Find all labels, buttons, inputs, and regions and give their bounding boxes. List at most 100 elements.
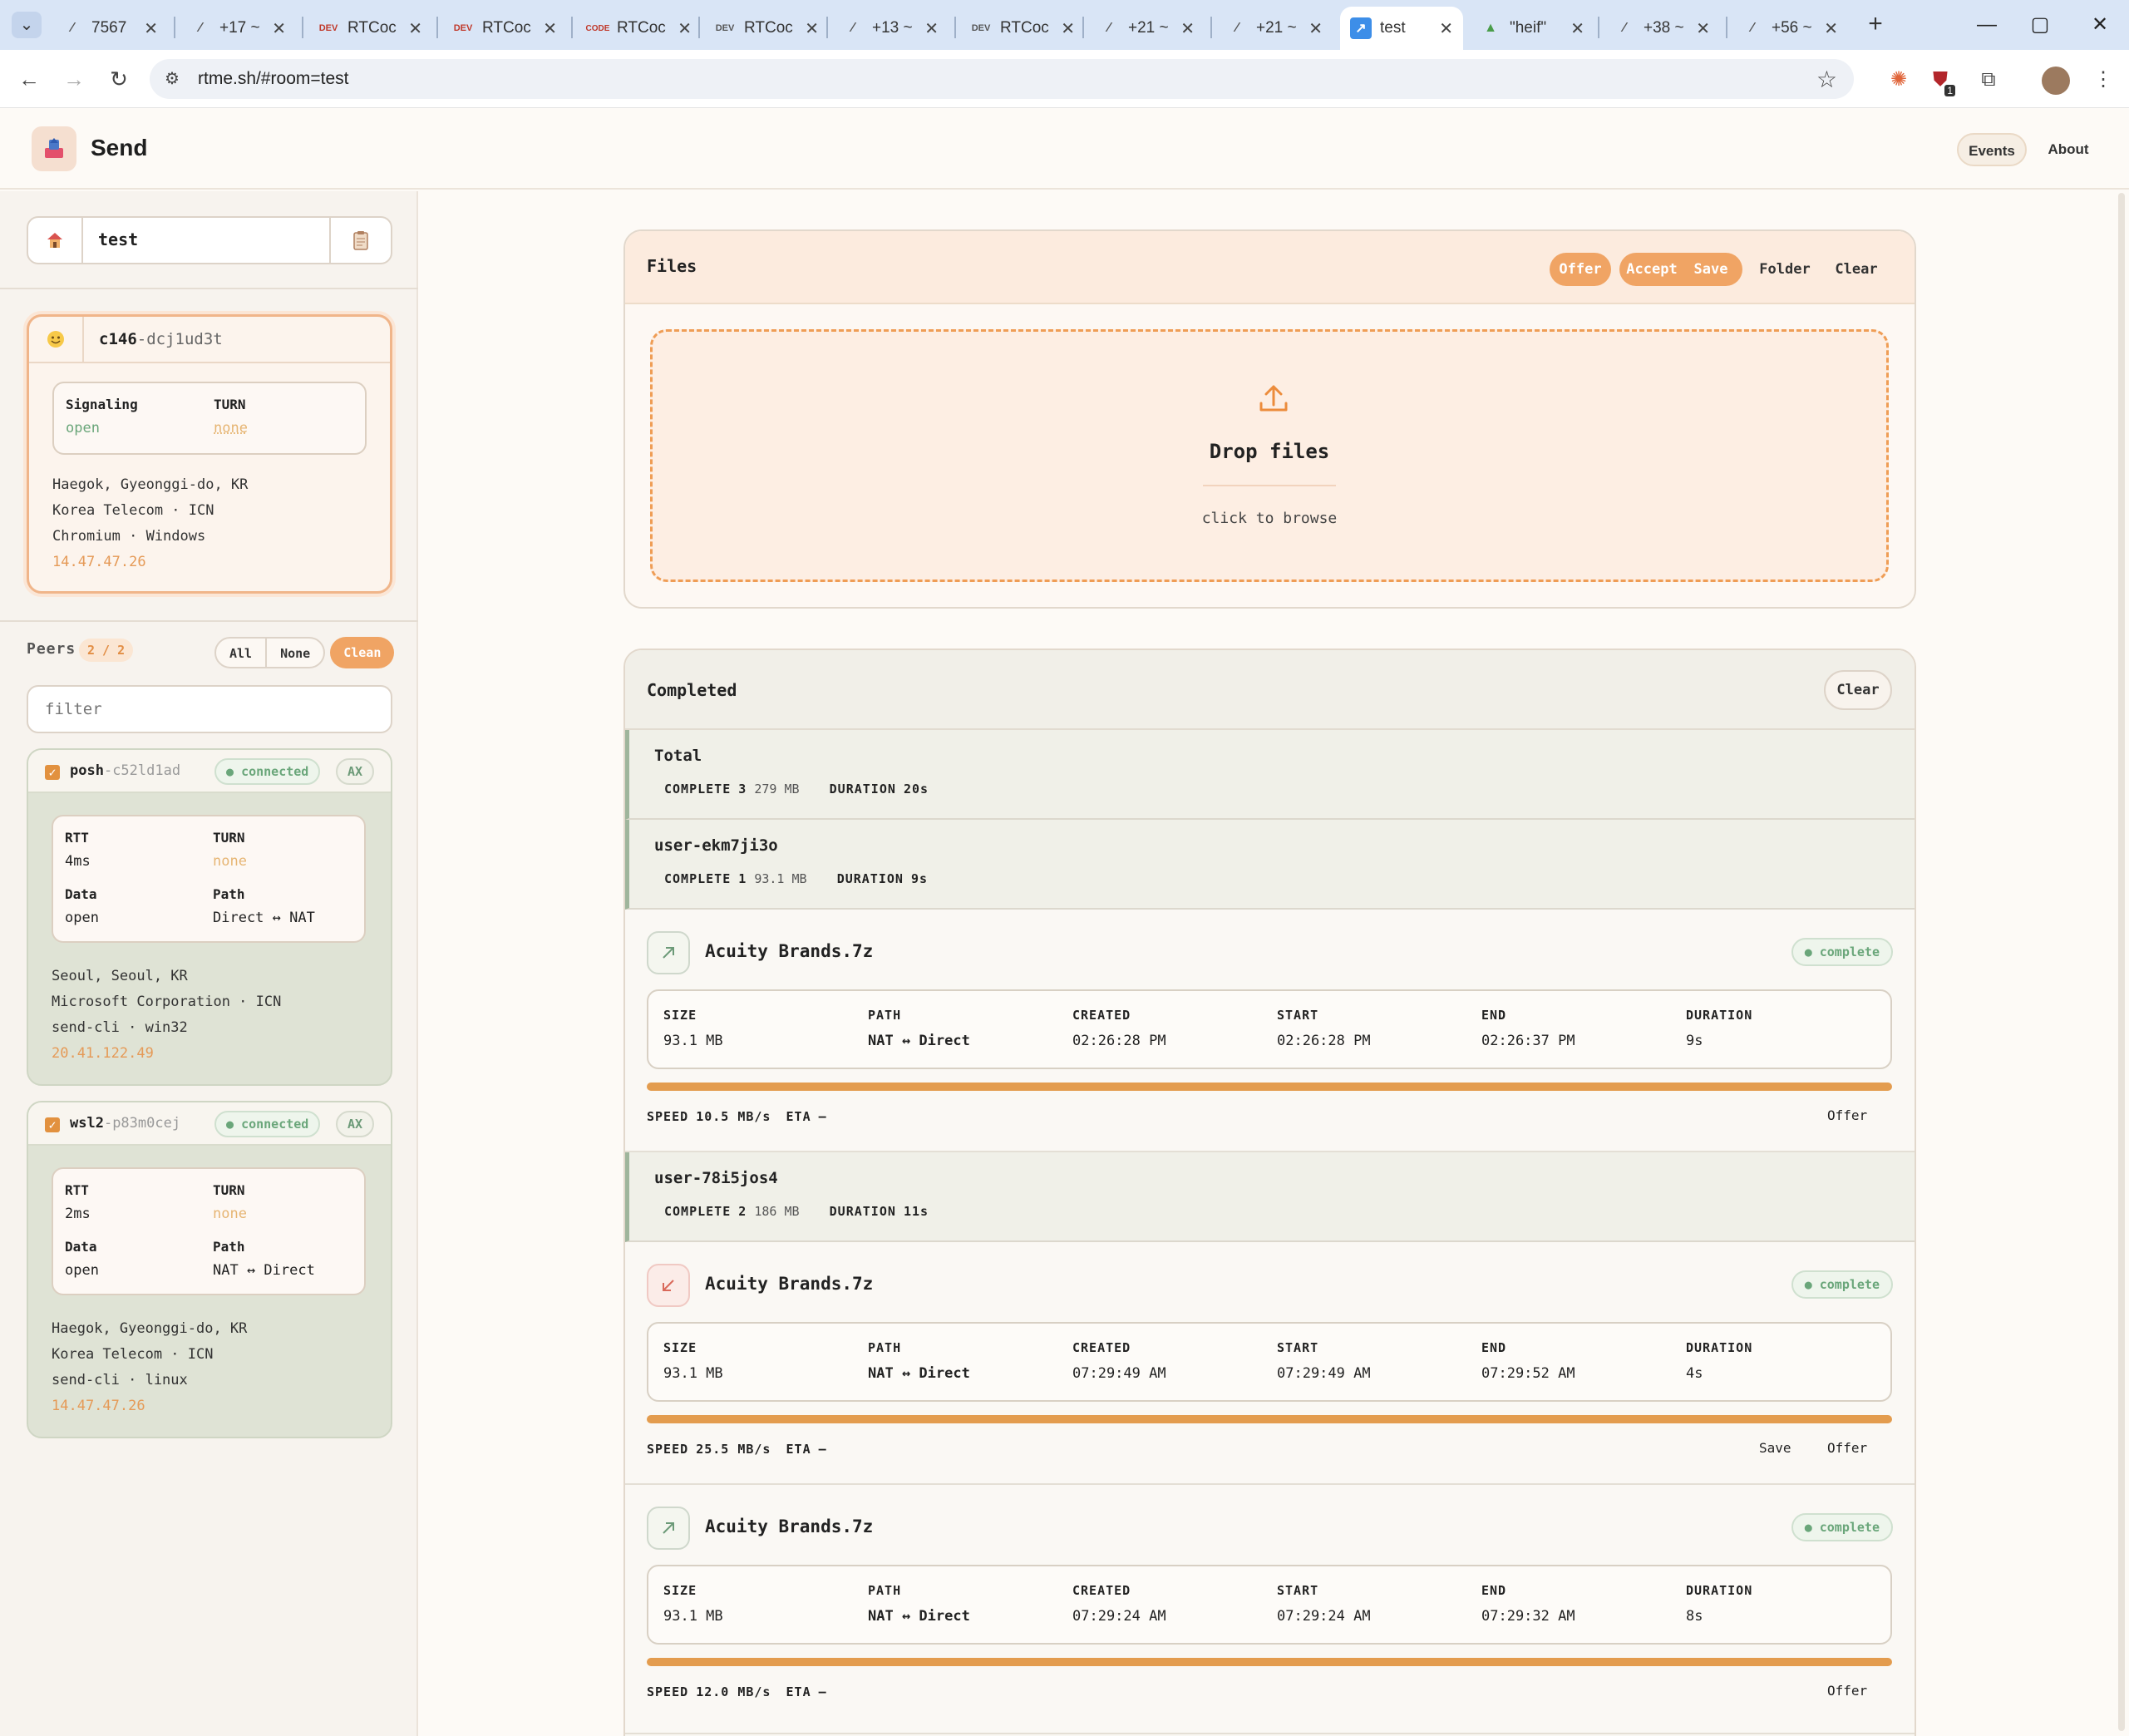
clear-completed-button[interactable]: Clear: [1824, 670, 1892, 710]
close-icon[interactable]: ✕: [1570, 18, 1584, 39]
path-label: Path: [213, 886, 245, 902]
select-none-button[interactable]: None: [267, 637, 326, 668]
accept-button[interactable]: Accept: [1623, 253, 1681, 286]
drop-zone[interactable]: Drop files click to browse: [650, 329, 1889, 582]
browser-tab[interactable]: ⁄ 7567 ✕: [52, 7, 168, 50]
path-value: NAT ↔ Direct: [213, 1262, 315, 1279]
browser-tab[interactable]: ⁄ +21 ~ ✕: [1216, 7, 1333, 50]
profile-avatar[interactable]: [2042, 67, 2070, 95]
page-scrollbar[interactable]: [2118, 193, 2125, 1731]
close-icon[interactable]: ✕: [408, 18, 422, 39]
peer-suffix: -p83m0cej: [103, 1115, 181, 1132]
close-icon[interactable]: ✕: [1061, 18, 1075, 39]
browser-tab[interactable]: ⁄ +13 ~ ✕: [832, 7, 949, 50]
peer-total: 2: [117, 643, 126, 658]
offer-button[interactable]: Offer: [1550, 253, 1611, 286]
close-icon[interactable]: ✕: [272, 18, 286, 39]
peer-checkbox[interactable]: ✓: [45, 765, 60, 780]
progress-bar: [647, 1083, 1892, 1091]
room-name[interactable]: test: [98, 229, 138, 249]
browser-tab[interactable]: ⁄ +17 ~ ✕: [180, 7, 296, 50]
path-value: NAT ↔ Direct: [868, 1033, 970, 1049]
close-window-button[interactable]: ✕: [2075, 7, 2125, 43]
browser-tab[interactable]: DEV RTCoc ✕: [960, 7, 1085, 50]
status-badge: ● connected: [214, 1111, 321, 1137]
close-icon[interactable]: ✕: [1824, 18, 1838, 39]
room-selector[interactable]: test: [27, 216, 392, 264]
speed-line: SPEED 12.0 MB/s ETA —: [647, 1684, 827, 1699]
reload-button[interactable]: ↻: [103, 63, 135, 95]
save-file-button[interactable]: Save: [1759, 1440, 1791, 1456]
files-panel: Files Offer Accept Save Folder Clear Dro…: [623, 229, 1916, 609]
forward-button[interactable]: →: [58, 63, 90, 95]
user-name: user-ekm7ji3o: [654, 836, 778, 855]
peer-filter-input[interactable]: [27, 685, 392, 733]
browser-tab[interactable]: ⁄ +56 ~ ✕: [1732, 7, 1848, 50]
save-button[interactable]: Save: [1684, 253, 1737, 286]
close-icon[interactable]: ✕: [144, 18, 158, 39]
clipboard-icon[interactable]: [329, 218, 391, 263]
status-text: complete: [1819, 944, 1880, 959]
close-icon[interactable]: ✕: [805, 18, 819, 39]
peers-heading: Peers: [27, 640, 76, 658]
duration-label: DURATION: [829, 782, 896, 796]
browser-tab[interactable]: DEV RTCoc ✕: [442, 7, 567, 50]
path-label: PATH: [868, 1340, 902, 1355]
minimize-button[interactable]: —: [1962, 7, 2012, 43]
close-icon[interactable]: ✕: [543, 18, 557, 39]
bookmark-star-icon[interactable]: ☆: [1816, 66, 1837, 93]
duration-value: 20s: [903, 782, 929, 796]
offer-again-button[interactable]: Offer: [1827, 1683, 1867, 1699]
size-label: SIZE: [663, 1583, 697, 1598]
close-icon[interactable]: ✕: [1180, 18, 1195, 39]
turn-value: none: [213, 853, 247, 870]
folder-button[interactable]: Folder: [1756, 253, 1814, 286]
browser-tab[interactable]: ⁄ +38 ~ ✕: [1604, 7, 1720, 50]
browser-tab[interactable]: DEV RTCoc ✕: [308, 7, 432, 50]
close-icon[interactable]: ✕: [924, 18, 939, 39]
clear-files-button[interactable]: Clear: [1827, 253, 1885, 286]
maximize-button[interactable]: ▢: [2015, 7, 2065, 43]
diff-icon: ⁄: [1751, 21, 1754, 35]
back-button[interactable]: ←: [13, 63, 45, 95]
browser-tab[interactable]: ⁄ +21 ~ ✕: [1088, 7, 1205, 50]
eta-label: ETA: [786, 1109, 811, 1124]
offer-again-button[interactable]: Offer: [1827, 1107, 1867, 1123]
close-icon[interactable]: ✕: [1696, 18, 1710, 39]
close-icon[interactable]: ✕: [1439, 18, 1453, 39]
select-all-button[interactable]: All: [214, 637, 268, 668]
tab-search-button[interactable]: ⌄: [12, 12, 42, 38]
site-info-icon[interactable]: ⚙: [165, 68, 180, 89]
completed-header: Completed Clear: [625, 650, 1915, 730]
offer-again-button[interactable]: Offer: [1827, 1440, 1867, 1456]
extension-sparkle-icon[interactable]: ✺: [1885, 67, 1912, 93]
tab-label: test: [1380, 19, 1406, 37]
speed-label: SPEED: [647, 1109, 689, 1124]
total-summary: Total COMPLETE 3 279 MB DURATION 20s: [625, 730, 1915, 820]
close-icon[interactable]: ✕: [678, 18, 692, 39]
peer-checkbox[interactable]: ✓: [45, 1117, 60, 1132]
house-icon[interactable]: [28, 218, 83, 263]
self-isp: Korea Telecom · ICN: [52, 502, 214, 519]
duration-value: 9s: [910, 871, 929, 886]
end-label: END: [1481, 1340, 1507, 1355]
new-tab-button[interactable]: +: [1860, 10, 1890, 40]
status-badge: ● complete: [1791, 938, 1893, 966]
close-icon[interactable]: ✕: [1308, 18, 1323, 39]
browser-tab-active[interactable]: ↗ test ✕: [1340, 7, 1463, 50]
peer-connection-box: RTT 2ms TURN none Data open Path NAT ↔ D…: [52, 1167, 366, 1295]
browser-tab[interactable]: ▲ "heif" ✕: [1470, 7, 1594, 50]
extension-shield-icon[interactable]: ⛊ 1: [1927, 67, 1955, 96]
clean-button[interactable]: Clean: [330, 637, 395, 668]
drop-divider: [1203, 485, 1336, 486]
more-menu-icon[interactable]: ⋮: [2090, 67, 2117, 93]
browser-tab[interactable]: DEV RTCoc ✕: [704, 7, 829, 50]
created-label: CREATED: [1072, 1583, 1131, 1598]
url-text[interactable]: rtme.sh/#room=test: [198, 69, 348, 89]
address-bar[interactable]: ⚙ rtme.sh/#room=test ☆: [150, 59, 1854, 99]
about-button[interactable]: About: [2038, 133, 2098, 166]
events-button[interactable]: Events: [1957, 133, 2027, 166]
extensions-puzzle-icon[interactable]: ⧉: [1975, 67, 2002, 93]
peer-isp: Microsoft Corporation · ICN: [52, 994, 282, 1010]
browser-tab[interactable]: CODE RTCoc ✕: [577, 7, 702, 50]
